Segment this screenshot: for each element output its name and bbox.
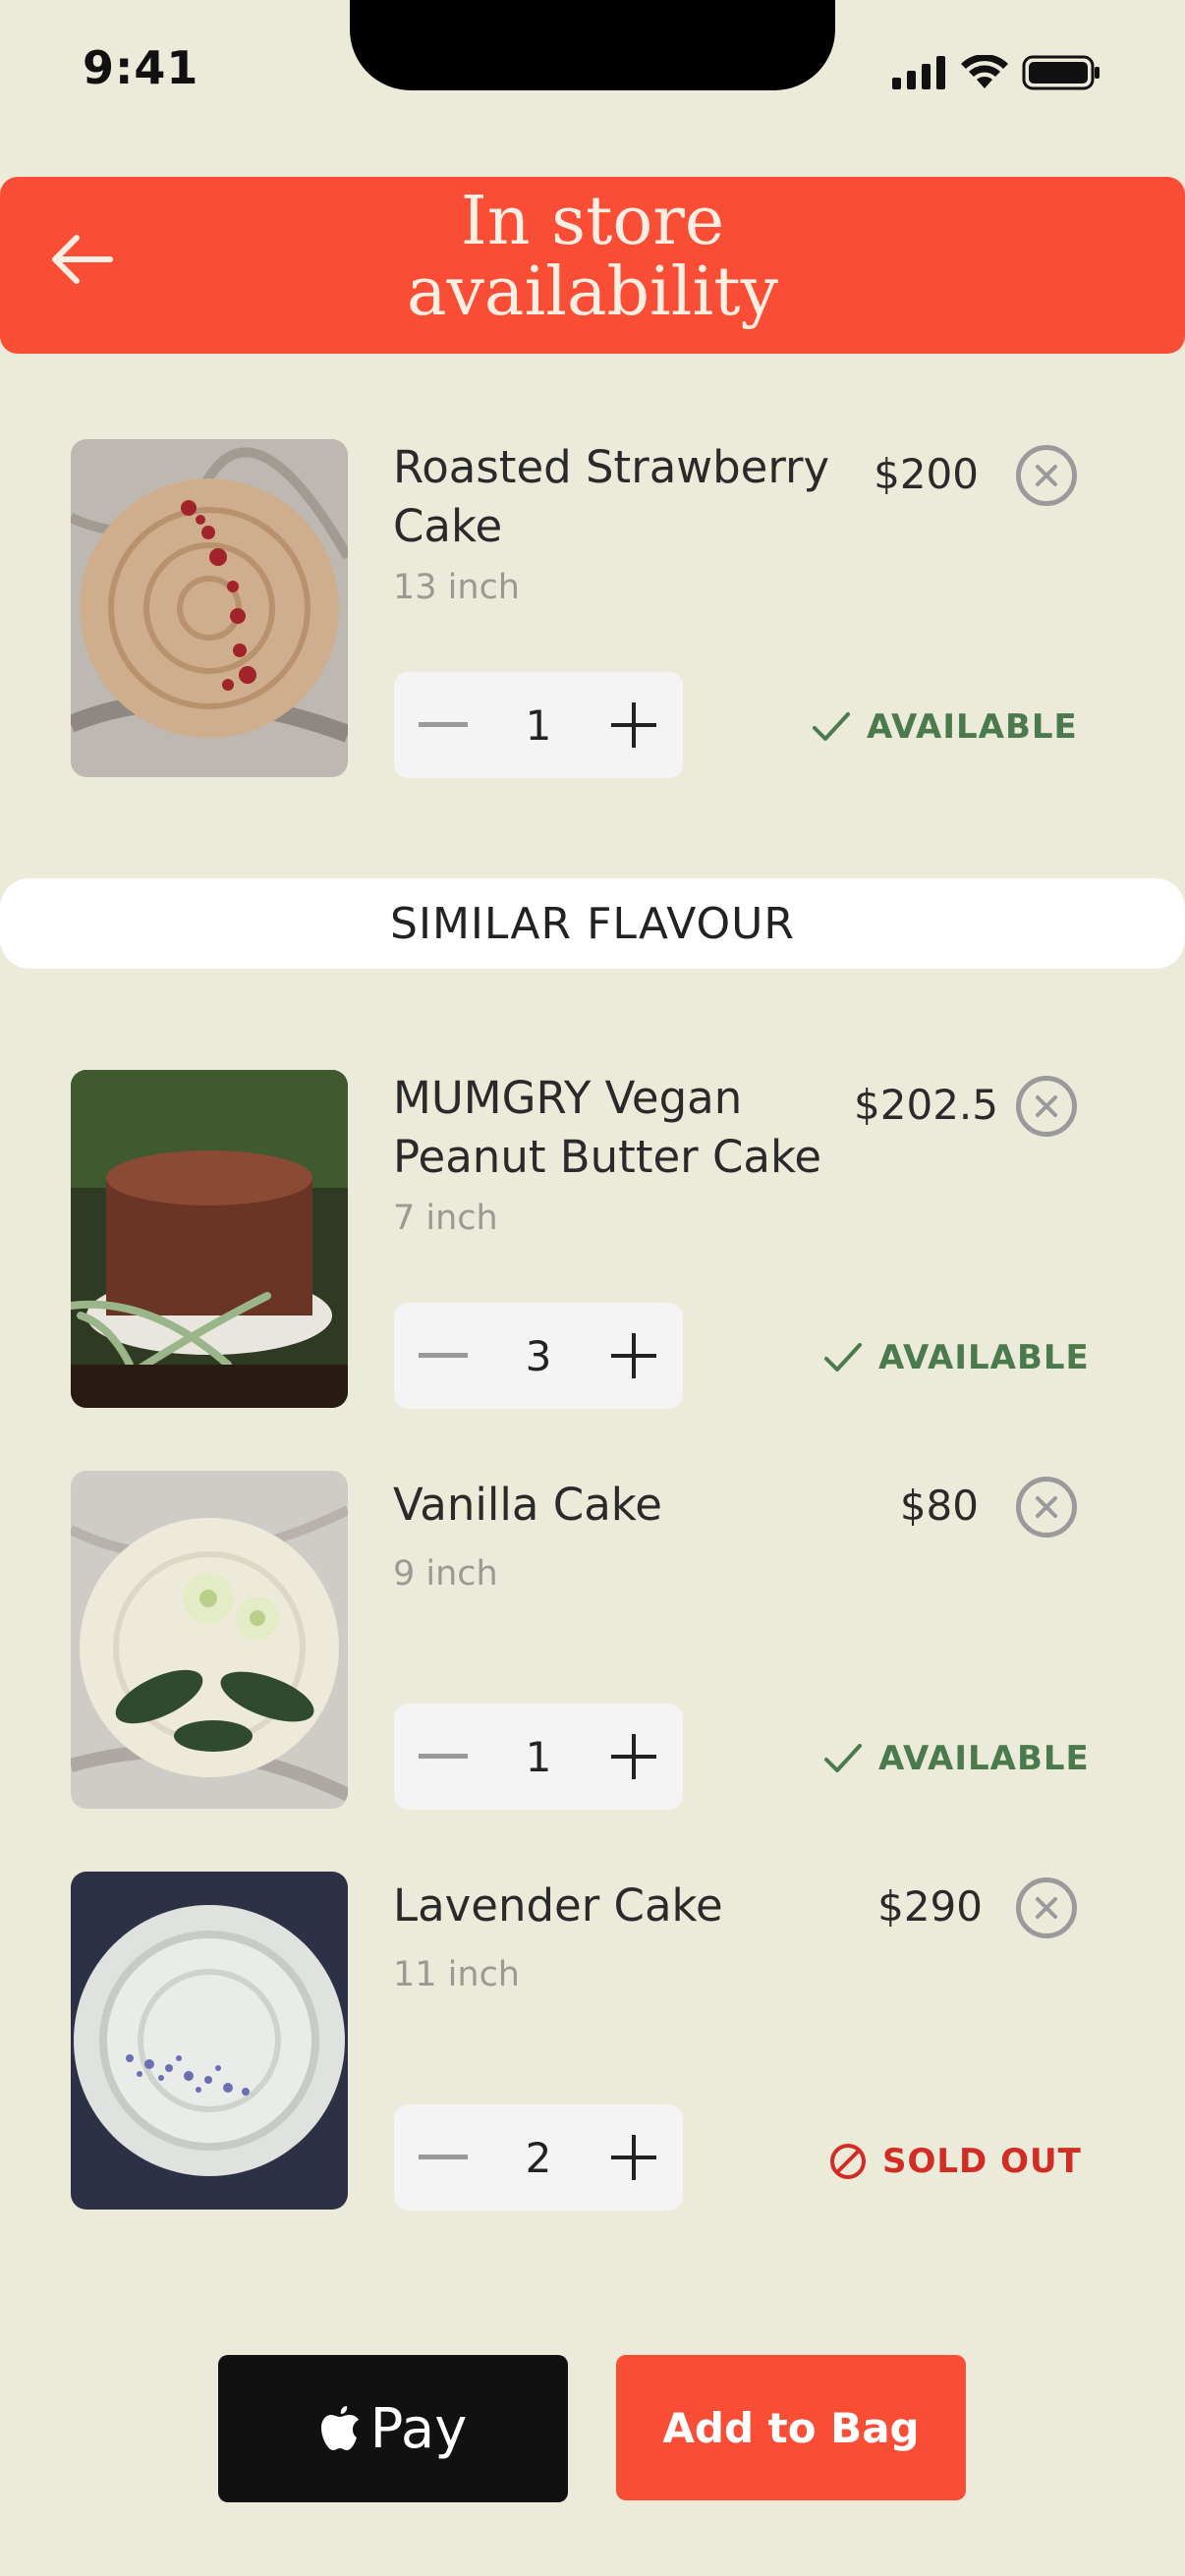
product-price: $202.5 (854, 1081, 998, 1129)
arrow-left-icon (52, 235, 113, 284)
minus-icon (419, 1353, 468, 1358)
close-icon (1036, 465, 1057, 486)
check-icon (813, 712, 850, 741)
availability-label: SOLD OUT (882, 2142, 1082, 2181)
remove-button[interactable] (1016, 1877, 1077, 1938)
status-time: 9:41 (83, 41, 199, 94)
product-name[interactable]: Vanilla Cake (393, 1476, 855, 1535)
decrease-button[interactable] (394, 672, 492, 778)
add-to-bag-button[interactable]: Add to Bag (616, 2355, 966, 2500)
battery-icon (1022, 55, 1100, 90)
increase-button[interactable] (585, 672, 683, 778)
check-icon (824, 1343, 862, 1372)
minus-icon (419, 2155, 468, 2159)
availability-status: AVAILABLE (823, 1338, 1090, 1377)
plus-icon (611, 1734, 656, 1779)
quantity-stepper: 2 (394, 2104, 683, 2211)
quantity-stepper: 3 (394, 1303, 683, 1409)
device-notch (350, 0, 835, 90)
product-size: 9 inch (393, 1554, 498, 1594)
product-price: $200 (874, 450, 979, 498)
close-icon (1036, 1095, 1057, 1117)
plus-icon (611, 2135, 656, 2180)
availability-status: SOLD OUT (829, 2142, 1082, 2181)
increase-button[interactable] (585, 2104, 683, 2211)
quantity-value: 1 (525, 700, 552, 750)
availability-label: AVAILABLE (867, 707, 1078, 747)
product-price: $290 (877, 1882, 983, 1931)
page-title-line2: availability (406, 253, 779, 331)
increase-button[interactable] (585, 1704, 683, 1810)
quantity-value: 2 (525, 2133, 552, 2182)
apple-pay-button[interactable]: Pay (218, 2355, 568, 2502)
plus-icon (611, 702, 656, 748)
close-icon (1036, 1496, 1057, 1518)
availability-label: AVAILABLE (878, 1338, 1090, 1377)
availability-status: AVAILABLE (812, 707, 1078, 747)
status-icons (892, 55, 1100, 90)
product-name[interactable]: Lavender Cake (393, 1876, 855, 1935)
plus-icon (611, 1333, 656, 1378)
product-size: 13 inch (393, 568, 520, 607)
page-title-line1: In store (460, 183, 725, 260)
decrease-button[interactable] (394, 1303, 492, 1409)
quantity-value: 1 (525, 1732, 552, 1781)
product-image-lavender (71, 1872, 348, 2210)
wifi-icon (961, 55, 1008, 88)
increase-button[interactable] (585, 1303, 683, 1409)
remove-button[interactable] (1016, 1076, 1077, 1137)
minus-icon (419, 1754, 468, 1759)
check-icon (824, 1744, 862, 1772)
remove-button[interactable] (1016, 445, 1077, 506)
remove-button[interactable] (1016, 1477, 1077, 1538)
apple-logo-icon (320, 2406, 359, 2450)
minus-icon (419, 722, 468, 727)
prohibited-icon (830, 2144, 866, 2179)
product-image-strawberry (71, 439, 348, 777)
cellular-signal-icon (892, 56, 945, 89)
product-price: $80 (899, 1482, 979, 1530)
section-header: SIMILAR FLAVOUR (0, 878, 1185, 969)
product-name[interactable]: Roasted Strawberry Cake (393, 438, 855, 556)
back-button[interactable] (45, 218, 118, 301)
page-title: In store availability (295, 187, 890, 328)
quantity-stepper: 1 (394, 672, 683, 778)
product-image-peanut-butter (71, 1070, 348, 1408)
apple-pay-label: Pay (369, 2396, 468, 2461)
product-size: 7 inch (393, 1199, 498, 1238)
close-icon (1036, 1897, 1057, 1919)
quantity-value: 3 (525, 1331, 552, 1380)
product-size: 11 inch (393, 1955, 520, 1994)
decrease-button[interactable] (394, 1704, 492, 1810)
product-image-vanilla (71, 1471, 348, 1809)
availability-status: AVAILABLE (823, 1739, 1090, 1778)
product-name[interactable]: MUMGRY Vegan Peanut Butter Cake (393, 1069, 855, 1187)
decrease-button[interactable] (394, 2104, 492, 2211)
availability-label: AVAILABLE (878, 1739, 1090, 1778)
quantity-stepper: 1 (394, 1704, 683, 1810)
